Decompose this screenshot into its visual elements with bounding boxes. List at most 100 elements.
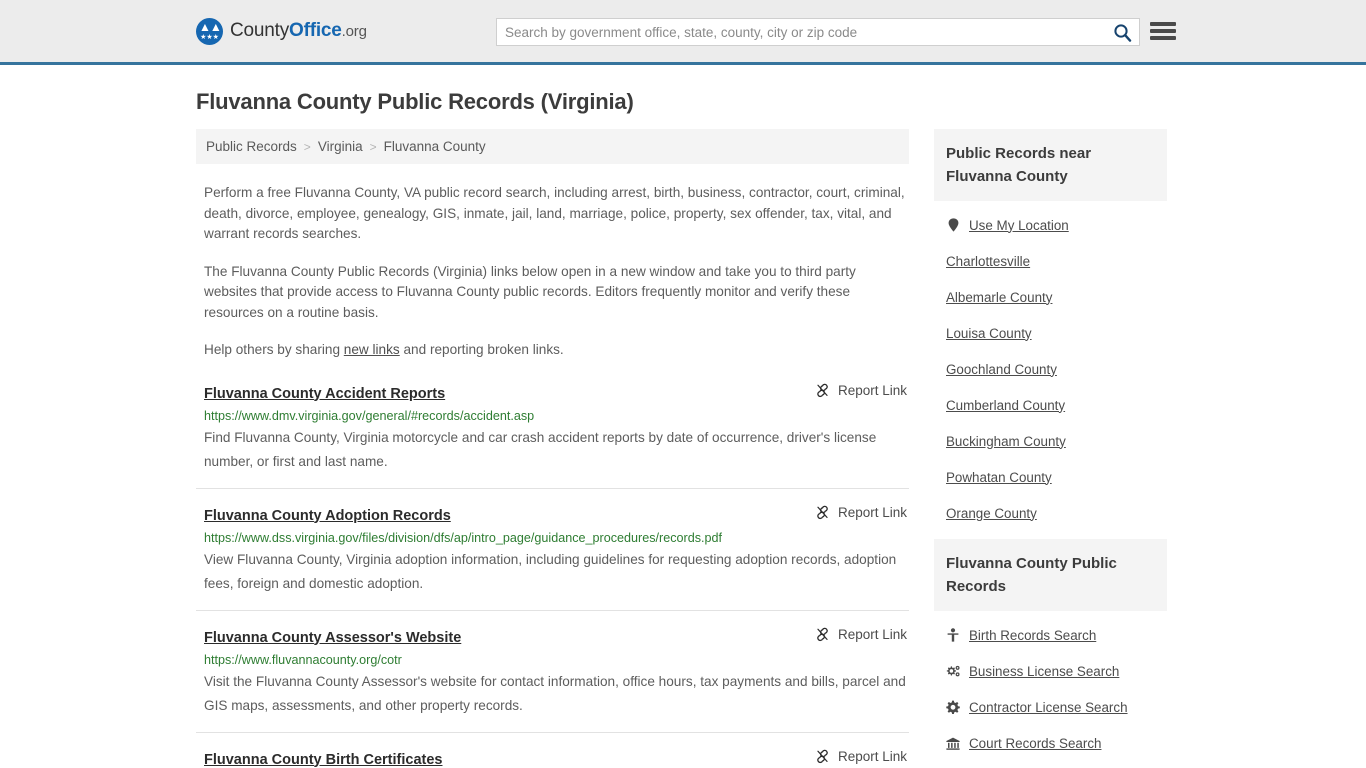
report-link-label: Report Link bbox=[837, 504, 907, 520]
result-header: Fluvanna County Adoption Records Report … bbox=[204, 505, 909, 524]
nearby-records-panel: Public Records near Fluvanna County Use … bbox=[934, 129, 1167, 531]
breadcrumb-separator: > bbox=[369, 139, 377, 154]
sidebar-item-orange-county[interactable]: Orange County bbox=[946, 495, 1167, 531]
baby-icon bbox=[946, 628, 960, 642]
sidebar-link-label[interactable]: Cumberland County bbox=[946, 398, 1065, 413]
result-header: Fluvanna County Accident Reports Report … bbox=[204, 383, 909, 402]
intro-paragraph-3: Help others by sharing new links and rep… bbox=[204, 340, 909, 361]
sidebar-link-label[interactable]: Use My Location bbox=[969, 218, 1069, 233]
result-url: https://www.dmv.virginia.gov/general/#re… bbox=[204, 408, 535, 423]
sidebar-item-cumberland-county[interactable]: Cumberland County bbox=[946, 387, 1167, 423]
result-title-link[interactable]: Fluvanna County Assessor's Website bbox=[204, 630, 461, 646]
brand-part-county: County bbox=[230, 20, 290, 41]
sidebar-item-albemarle-county[interactable]: Albemarle County bbox=[946, 279, 1167, 315]
sidebar-item-buckingham-county[interactable]: Buckingham County bbox=[946, 423, 1167, 459]
report-link-button[interactable]: Report Link bbox=[815, 749, 909, 764]
menu-button[interactable] bbox=[1150, 20, 1176, 42]
result-title-link[interactable]: Fluvanna County Adoption Records bbox=[204, 508, 451, 524]
sidebar-link-label[interactable]: Orange County bbox=[946, 506, 1037, 521]
result-url: https://www.dss.virginia.gov/files/divis… bbox=[204, 530, 723, 545]
sidebar-link-label[interactable]: Contractor License Search bbox=[969, 700, 1128, 715]
chain-broken-icon bbox=[817, 505, 828, 519]
chain-broken-icon bbox=[817, 627, 828, 641]
nearby-records-heading: Public Records near Fluvanna County bbox=[934, 129, 1167, 201]
cog-icon bbox=[946, 700, 960, 714]
brand-part-office: Office bbox=[289, 20, 342, 41]
hamburger-bar-3 bbox=[1150, 36, 1176, 40]
intro-paragraph-1: Perform a free Fluvanna County, VA publi… bbox=[204, 185, 905, 241]
breadcrumb-item-public-records[interactable]: Public Records bbox=[206, 139, 297, 154]
result-title-link[interactable]: Fluvanna County Accident Reports bbox=[204, 386, 445, 402]
result-url: https://www.fluvannacounty.org/cotr bbox=[204, 652, 402, 667]
map-pin-icon bbox=[946, 218, 960, 232]
search-icon bbox=[1113, 23, 1131, 42]
county-office-seal-icon: ▲▲ ★★★ bbox=[196, 17, 223, 45]
county-records-heading: Fluvanna County Public Records bbox=[934, 539, 1167, 611]
sidebar-link-label[interactable]: Birth Records Search bbox=[969, 628, 1096, 643]
cogs-icon bbox=[946, 665, 960, 678]
sidebar-link-label[interactable]: Business License Search bbox=[969, 664, 1119, 679]
result-item: Fluvanna County Adoption Records Report … bbox=[196, 489, 909, 611]
report-link-button[interactable]: Report Link bbox=[815, 505, 909, 520]
report-link-label: Report Link bbox=[837, 748, 907, 764]
report-link-button[interactable]: Report Link bbox=[815, 383, 909, 398]
content-columns: Public Records > Virginia > Fluvanna Cou… bbox=[196, 129, 1366, 768]
search-button[interactable] bbox=[1105, 19, 1139, 45]
breadcrumb-separator: > bbox=[303, 139, 311, 154]
page-body: Fluvanna County Public Records (Virginia… bbox=[0, 89, 1366, 768]
sidebar-item-contractor-license-search[interactable]: Contractor License Search bbox=[946, 689, 1167, 725]
breadcrumb-item-fluvanna-county: Fluvanna County bbox=[383, 139, 486, 154]
brand-part-org: .org bbox=[341, 23, 367, 40]
sidebar-link-label[interactable]: Louisa County bbox=[946, 326, 1032, 341]
intro-text-before-link: Help others by sharing bbox=[204, 342, 344, 357]
page-title: Fluvanna County Public Records (Virginia… bbox=[196, 89, 634, 114]
sidebar-link-label[interactable]: Goochland County bbox=[946, 362, 1057, 377]
sidebar-item-louisa-county[interactable]: Louisa County bbox=[946, 315, 1167, 351]
report-link-label: Report Link bbox=[837, 626, 907, 642]
county-records-list: Birth Records Search Business License Se… bbox=[934, 611, 1167, 768]
sidebar-item-use-my-location[interactable]: Use My Location bbox=[946, 207, 1167, 243]
sidebar-link-label[interactable]: Albemarle County bbox=[946, 290, 1052, 305]
sidebar: Public Records near Fluvanna County Use … bbox=[934, 129, 1167, 768]
breadcrumb-item-virginia[interactable]: Virginia bbox=[318, 139, 363, 154]
chain-broken-icon bbox=[817, 383, 828, 397]
sidebar-item-criminal-records-search[interactable]: Criminal Records Search bbox=[946, 761, 1167, 768]
sidebar-item-charlottesville[interactable]: Charlottesville bbox=[946, 243, 1167, 279]
result-header: Fluvanna County Birth Certificates Repor… bbox=[204, 749, 909, 768]
result-title-link[interactable]: Fluvanna County Birth Certificates bbox=[204, 752, 442, 768]
result-item: Fluvanna County Accident Reports Report … bbox=[196, 383, 909, 489]
site-logo[interactable]: ▲▲ ★★★ CountyOffice.org bbox=[196, 17, 367, 45]
new-links-link[interactable]: new links bbox=[344, 342, 400, 357]
sidebar-link-label[interactable]: Court Records Search bbox=[969, 736, 1101, 751]
sidebar-item-court-records-search[interactable]: Court Records Search bbox=[946, 725, 1167, 761]
county-records-panel: Fluvanna County Public Records Birth Rec… bbox=[934, 539, 1167, 768]
hamburger-bar-1 bbox=[1150, 22, 1176, 26]
eagle-glyph: ▲▲ bbox=[199, 19, 222, 34]
sidebar-link-label[interactable]: Charlottesville bbox=[946, 254, 1030, 269]
sidebar-item-goochland-county[interactable]: Goochland County bbox=[946, 351, 1167, 387]
intro-text-after-link: and reporting broken links. bbox=[399, 342, 564, 357]
nearby-records-list: Use My Location Charlottesville Albemarl… bbox=[934, 201, 1167, 531]
result-header: Fluvanna County Assessor's Website Repor… bbox=[204, 627, 909, 646]
result-item: Fluvanna County Assessor's Website Repor… bbox=[196, 611, 909, 733]
result-description: View Fluvanna County, Virginia adoption … bbox=[204, 551, 897, 591]
stars-glyph: ★★★ bbox=[200, 33, 219, 41]
result-description: Visit the Fluvanna County Assessor's web… bbox=[204, 673, 906, 713]
breadcrumb: Public Records > Virginia > Fluvanna Cou… bbox=[196, 129, 909, 164]
report-link-label: Report Link bbox=[837, 382, 907, 398]
sidebar-item-powhatan-county[interactable]: Powhatan County bbox=[946, 459, 1167, 495]
sidebar-item-birth-records-search[interactable]: Birth Records Search bbox=[946, 617, 1167, 653]
brand-wordmark: CountyOffice.org bbox=[230, 20, 367, 42]
site-header: ▲▲ ★★★ CountyOffice.org bbox=[0, 0, 1366, 65]
result-description: Find Fluvanna County, Virginia motorcycl… bbox=[204, 429, 877, 469]
sidebar-link-label[interactable]: Buckingham County bbox=[946, 434, 1066, 449]
sidebar-item-business-license-search[interactable]: Business License Search bbox=[946, 653, 1167, 689]
search-bar[interactable] bbox=[496, 18, 1140, 46]
result-item: Fluvanna County Birth Certificates Repor… bbox=[196, 733, 909, 768]
intro-paragraph-2: The Fluvanna County Public Records (Virg… bbox=[204, 263, 856, 320]
main-column: Public Records > Virginia > Fluvanna Cou… bbox=[196, 129, 909, 768]
report-link-button[interactable]: Report Link bbox=[815, 627, 909, 642]
intro-section: Perform a free Fluvanna County, VA publi… bbox=[196, 183, 909, 361]
sidebar-link-label[interactable]: Powhatan County bbox=[946, 470, 1052, 485]
search-input[interactable] bbox=[497, 19, 1105, 45]
